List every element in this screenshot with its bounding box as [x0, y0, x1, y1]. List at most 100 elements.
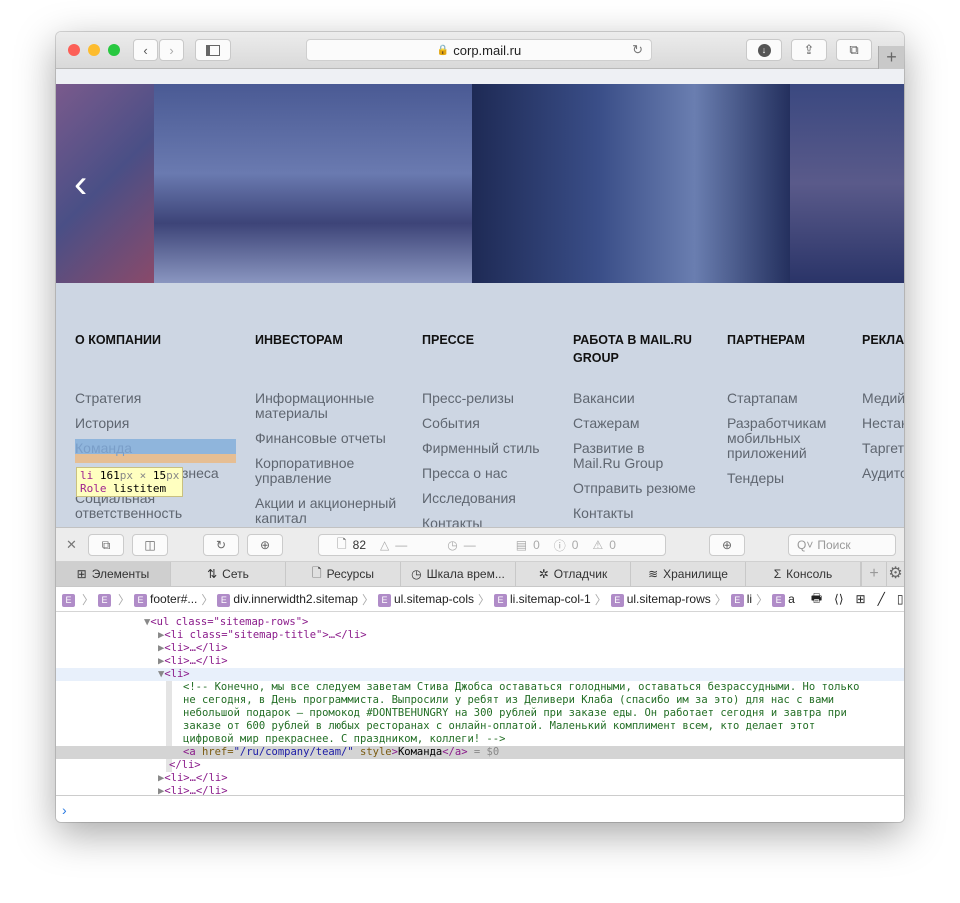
dom-node[interactable]: </li>: [169, 759, 904, 772]
sitemap-link[interactable]: Вакансии: [573, 391, 696, 406]
dom-node[interactable]: ▶<li>…</li>: [158, 785, 904, 795]
breadcrumb-item[interactable]: Eli.sitemap-col-1: [494, 592, 591, 607]
sidebar-toggle-button[interactable]: [195, 39, 231, 61]
undock-icon: ⧉: [101, 537, 111, 552]
dom-node-selected[interactable]: <a href="/ru/company/team/" style>Команд…: [56, 746, 904, 759]
inspector-tabs: ⊞ Элементы ⇅ Сеть 🗋 Ресурсы ◷ Шкала врем... …: [56, 562, 904, 587]
tooltip-unit: px: [166, 469, 180, 482]
sitemap-link[interactable]: Исследования: [422, 491, 540, 506]
tab-timeline[interactable]: ◷ Шкала врем...: [401, 562, 516, 586]
sitemap-link[interactable]: Разработчикам мобильных приложений: [727, 416, 827, 461]
sitemap-column: О КОМПАНИИ Стратегия История Команда Нап…: [75, 331, 219, 531]
sitemap-link[interactable]: Акции и акционерный капитал: [255, 496, 405, 526]
settings-gear-icon[interactable]: ⚙: [886, 562, 904, 586]
hero-photo: [154, 84, 472, 283]
downloads-button[interactable]: ↓: [746, 39, 782, 61]
breadcrumb: E 〉 E 〉 Efooter#... 〉 Ediv.innerwidth2.site…: [56, 587, 904, 612]
sitemap-link[interactable]: Медий: [862, 391, 904, 406]
sitemap-link[interactable]: Корпоративное управление: [255, 456, 375, 486]
close-inspector-icon[interactable]: ✕: [66, 537, 77, 553]
sitemap-link[interactable]: Таргет: [862, 441, 904, 456]
address-bar[interactable]: 🔒 corp.mail.ru ↻: [306, 39, 652, 61]
brush-icon[interactable]: ╱: [878, 592, 885, 606]
dom-node[interactable]: ▶<li>…</li>: [158, 655, 904, 668]
layers-icon[interactable]: ⊞: [856, 592, 866, 606]
sitemap-link[interactable]: Пресс-релизы: [422, 391, 540, 406]
breadcrumb-item[interactable]: Ea: [772, 592, 795, 607]
element-icon: E: [377, 593, 391, 607]
inspect-tooltip: li 161px × 15px Role listitem: [76, 467, 184, 497]
shadow-dom-icon[interactable]: ⟨⟩: [834, 592, 843, 606]
tab-resources[interactable]: 🗋 Ресурсы: [286, 562, 401, 586]
element-icon: E: [217, 593, 231, 607]
breadcrumb-item[interactable]: Ediv.innerwidth2.sitemap: [217, 592, 358, 607]
lock-icon: 🔒: [436, 44, 450, 56]
inspect-element-button[interactable]: ⊕: [709, 534, 745, 556]
page-top-strip: [56, 69, 904, 84]
sitemap-link[interactable]: Тендеры: [727, 471, 827, 486]
download-archive-button[interactable]: ⊕: [247, 534, 283, 556]
undock-button[interactable]: ⧉: [88, 534, 124, 556]
sitemap-link[interactable]: Контакты: [573, 506, 696, 521]
sitemap-link[interactable]: Пресса о нас: [422, 466, 540, 481]
resources-icon: 🗋: [337, 536, 347, 551]
tab-label: Ресурсы: [326, 567, 374, 581]
reload-icon[interactable]: ↻: [632, 42, 643, 58]
element-icon: E: [730, 593, 744, 607]
breadcrumb-item[interactable]: Eli: [730, 592, 752, 607]
sitemap-link[interactable]: История: [75, 416, 219, 431]
forward-button[interactable]: ›: [159, 39, 184, 61]
tooltip-unit: px: [119, 469, 133, 482]
activity-viewer[interactable]: 🗋 82 △ — ◷ — ▤ 0 ⓘ 0 ⚠ 0: [318, 534, 666, 556]
sitemap-link[interactable]: Нестан: [862, 416, 904, 431]
hero-photo: [56, 84, 154, 283]
sitemap-link[interactable]: Отправить резюме: [573, 481, 696, 496]
tab-label: Шкала врем...: [426, 567, 505, 581]
back-button[interactable]: ‹: [133, 39, 158, 61]
sitemap-link[interactable]: Информационные материалы: [255, 391, 385, 421]
dom-node[interactable]: ▶<li>…</li>: [158, 772, 904, 785]
sitemap-link[interactable]: Развитие в Mail.Ru Group: [573, 441, 683, 471]
tabs-overview-button[interactable]: ⧉: [836, 39, 872, 61]
dom-node[interactable]: ▼<li>: [56, 668, 904, 681]
details-sidebar-icon[interactable]: ▯: [897, 592, 904, 606]
zoom-window-button[interactable]: [108, 44, 120, 56]
add-tab-button[interactable]: +: [861, 562, 886, 586]
bell-icon: △: [380, 538, 390, 552]
breadcrumb-item[interactable]: Eul.sitemap-cols: [377, 592, 474, 607]
sitemap-link[interactable]: Фирменный стиль: [422, 441, 540, 456]
sitemap-link[interactable]: Команда: [75, 441, 219, 456]
share-button[interactable]: ⇪: [791, 39, 827, 61]
breadcrumb-item[interactable]: Eul.sitemap-rows: [610, 592, 711, 607]
sitemap-link[interactable]: Аудито: [862, 466, 904, 481]
console-prompt[interactable]: ›: [56, 795, 904, 822]
breadcrumb-item[interactable]: E: [62, 592, 78, 607]
dom-node[interactable]: ▶<li>…</li>: [158, 642, 904, 655]
minimize-window-button[interactable]: [88, 44, 100, 56]
dom-node[interactable]: ▼<ul class="sitemap-rows">: [144, 616, 904, 629]
sitemap-link[interactable]: Стартапам: [727, 391, 827, 406]
sitemap-link[interactable]: Финансовые отчеты: [255, 431, 405, 446]
reload-page-button[interactable]: ↻: [203, 534, 239, 556]
breadcrumb-item[interactable]: E: [98, 592, 114, 607]
search-icon: Q˅: [797, 538, 814, 552]
breadcrumb-item[interactable]: Efooter#...: [134, 592, 197, 607]
tab-console[interactable]: Σ Консоль: [746, 562, 861, 586]
element-icon: E: [772, 593, 786, 607]
dom-comment: заказе от 600 рублей в любых ресторанах …: [183, 720, 816, 732]
dock-side-button[interactable]: ◫: [132, 534, 168, 556]
sitemap-link[interactable]: Стратегия: [75, 391, 219, 406]
tab-elements[interactable]: ⊞ Элементы: [56, 562, 171, 586]
tab-debugger[interactable]: ✲ Отладчик: [516, 562, 631, 586]
tab-network[interactable]: ⇅ Сеть: [171, 562, 286, 586]
tab-storage[interactable]: ≋ Хранилище: [631, 562, 746, 586]
sitemap-link[interactable]: События: [422, 416, 540, 431]
new-tab-button[interactable]: +: [878, 46, 904, 70]
carousel-prev-icon[interactable]: ‹: [74, 162, 87, 207]
close-window-button[interactable]: [68, 44, 80, 56]
sitemap-link[interactable]: Стажерам: [573, 416, 696, 431]
dom-node[interactable]: ▶<li class="sitemap-title">…</li>: [158, 629, 904, 642]
print-styles-icon[interactable]: 🖶: [811, 589, 822, 610]
search-field[interactable]: Q˅ Поиск: [788, 534, 896, 556]
dom-tree: ▼<ul class="sitemap-rows"> ▶<li class="s…: [56, 612, 904, 795]
